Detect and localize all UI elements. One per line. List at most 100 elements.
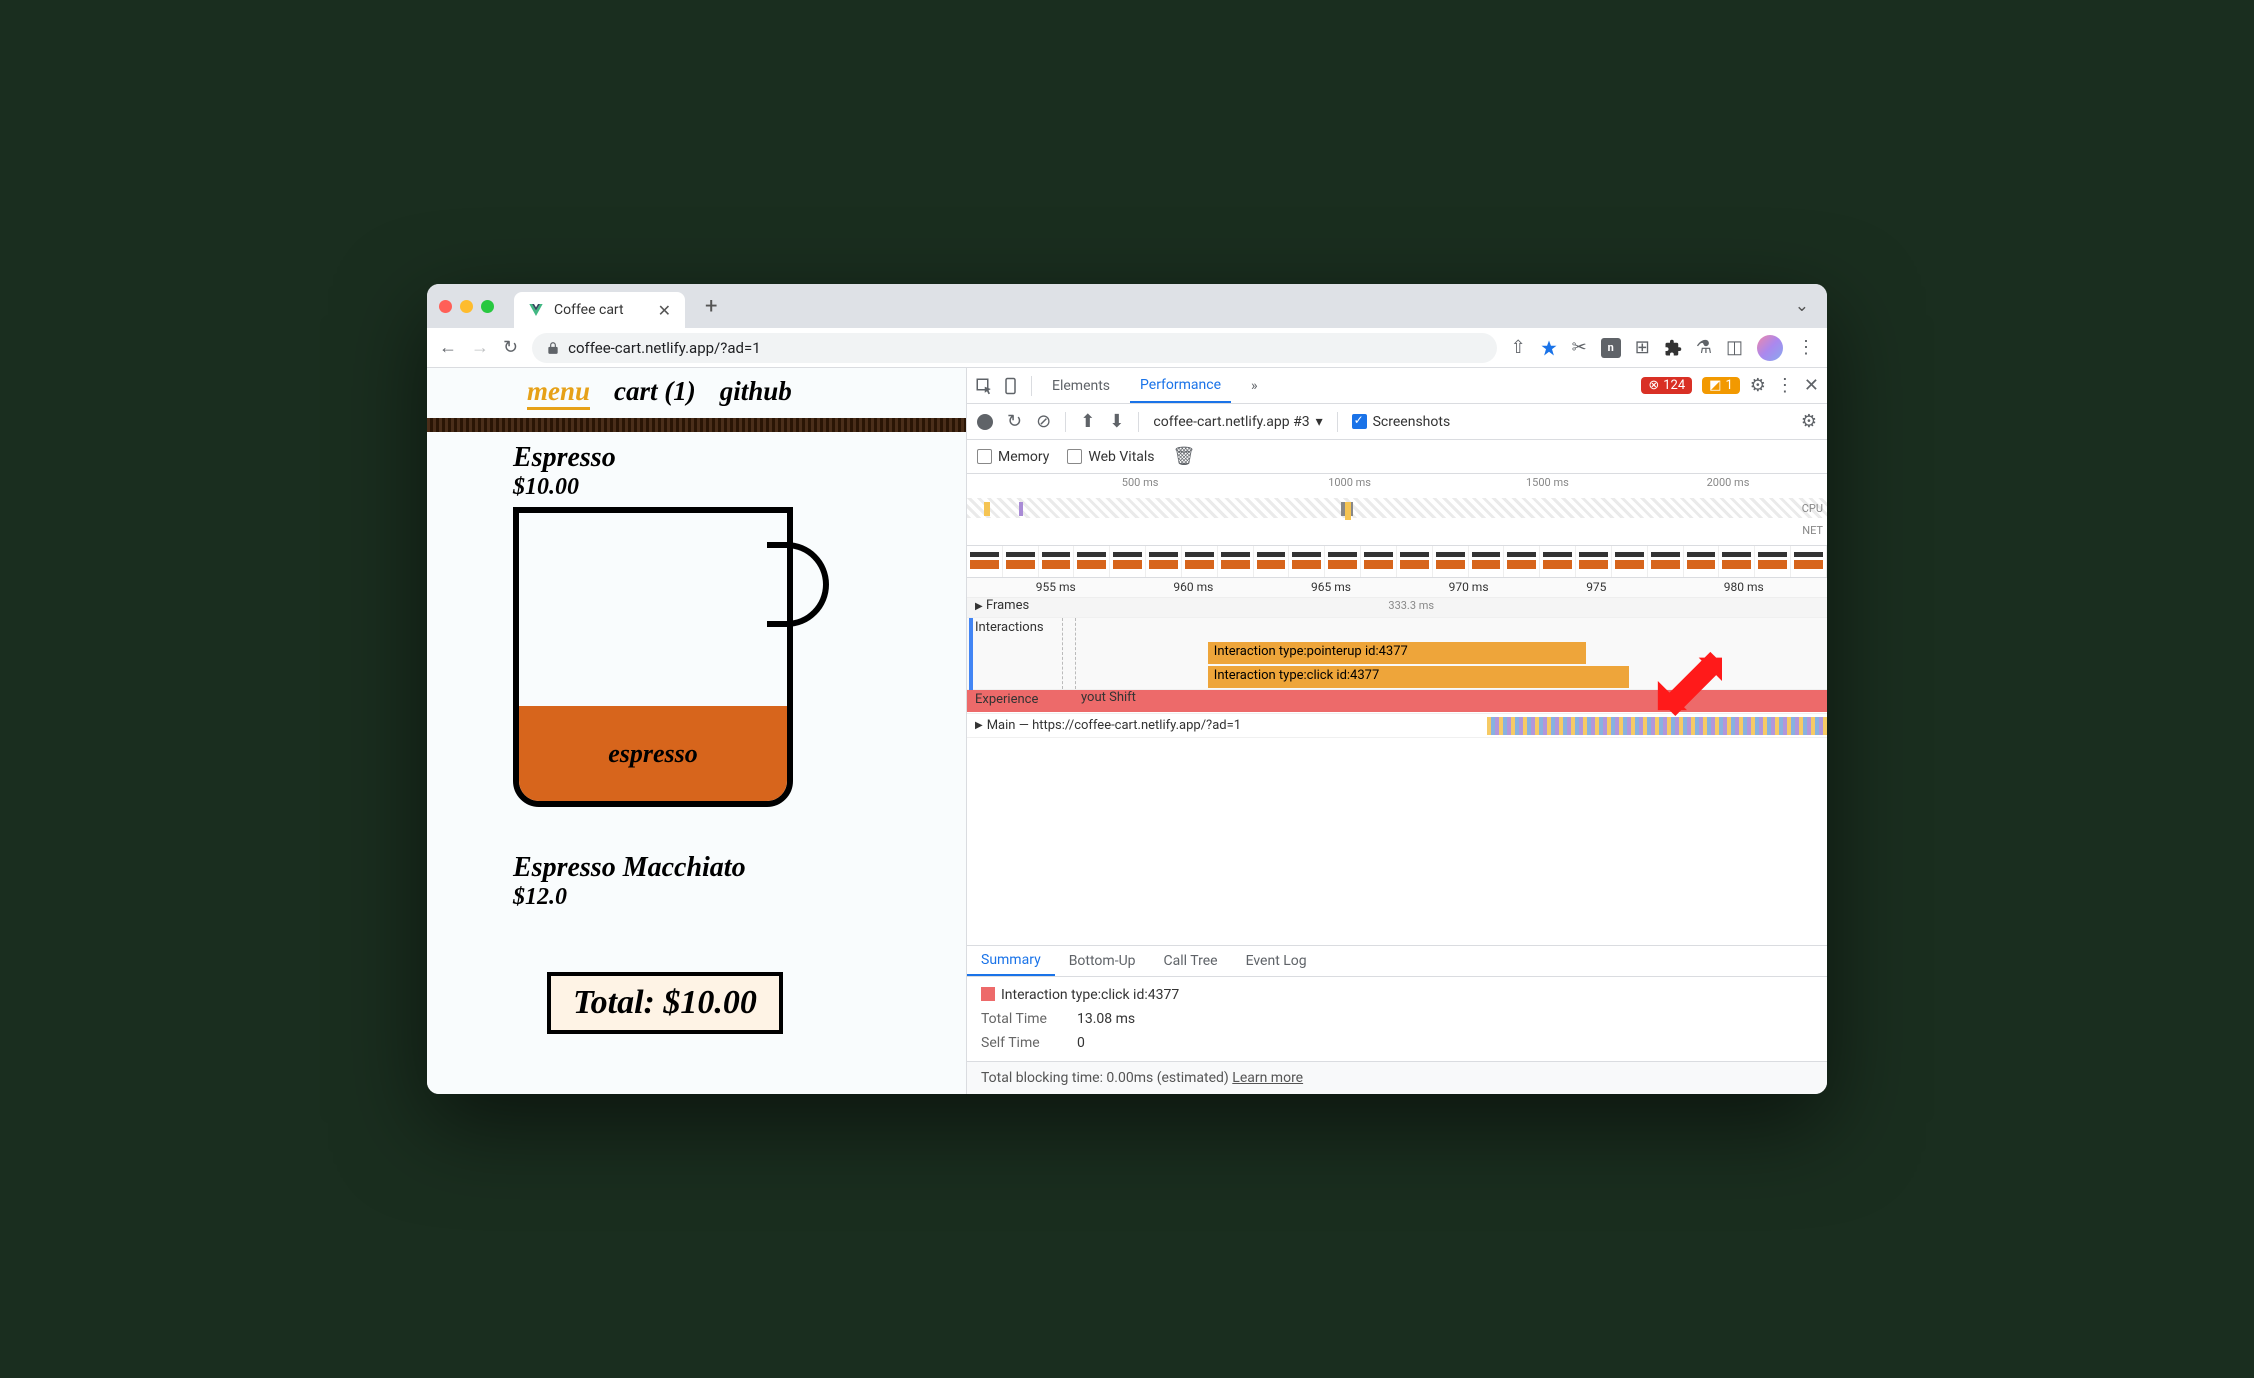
browser-window: Coffee cart ✕ + ⌄ ← → ↻ coffee-cart.netl… — [427, 284, 1827, 1094]
tab-more[interactable]: » — [1241, 370, 1268, 402]
browser-tab[interactable]: Coffee cart ✕ — [514, 292, 685, 328]
checkbox-icon — [1067, 449, 1082, 464]
address-bar: ← → ↻ coffee-cart.netlify.app/?ad=1 ⇧ ✂ … — [427, 328, 1827, 368]
product-name: Espresso — [513, 442, 966, 474]
device-toggle-icon[interactable] — [1003, 377, 1021, 395]
memory-checkbox[interactable]: Memory — [977, 449, 1049, 465]
flamechart-area[interactable]: 955 ms 960 ms 965 ms 970 ms 975 980 ms ▶… — [967, 578, 1827, 945]
profile-avatar[interactable] — [1757, 335, 1783, 361]
scissors-icon[interactable]: ✂ — [1572, 337, 1587, 358]
tab-title: Coffee cart — [554, 302, 624, 318]
warnings-badge[interactable]: ◩1 — [1702, 377, 1740, 394]
color-swatch — [981, 987, 995, 1001]
vue-icon — [528, 302, 544, 318]
record-button[interactable] — [977, 414, 993, 430]
cup-body: espresso — [513, 507, 793, 807]
cup-handle — [767, 542, 829, 627]
site-nav: menu cart (1) github — [427, 368, 966, 414]
labs-icon[interactable]: ⚗ — [1696, 337, 1712, 358]
minimize-icon[interactable] — [460, 300, 473, 313]
tab-elements[interactable]: Elements — [1042, 370, 1120, 402]
clear-button[interactable]: ⊘ — [1036, 411, 1051, 432]
checkbox-icon — [977, 449, 992, 464]
screenshots-filmstrip[interactable] — [967, 546, 1827, 578]
close-icon[interactable] — [439, 300, 452, 313]
overview-tick: 1000 ms — [1328, 476, 1371, 489]
cup-fill-label: espresso — [519, 706, 787, 801]
checkbox-icon — [1352, 414, 1367, 429]
details-tabbar: Summary Bottom-Up Call Tree Event Log — [967, 945, 1827, 977]
nav-cart[interactable]: cart (1) — [614, 376, 696, 407]
kebab-menu-icon[interactable]: ⋮ — [1776, 375, 1794, 396]
nav-menu[interactable]: menu — [527, 376, 590, 410]
screenshots-checkbox[interactable]: Screenshots — [1352, 414, 1451, 430]
tab-bottom-up[interactable]: Bottom-Up — [1055, 947, 1150, 975]
product-macchiato: Espresso Macchiato $12.0 — [427, 852, 966, 911]
cup-graphic[interactable]: espresso — [513, 507, 823, 822]
product-name: Espresso Macchiato — [513, 852, 966, 884]
maximize-icon[interactable] — [481, 300, 494, 313]
upload-icon[interactable]: ⬆ — [1080, 411, 1095, 432]
overview-tick: 500 ms — [1122, 476, 1159, 489]
new-tab-button[interactable]: + — [705, 294, 717, 319]
cpu-peak — [1019, 502, 1023, 516]
content-area: menu cart (1) github Espresso $10.00 esp… — [427, 368, 1827, 1094]
gear-icon[interactable]: ⚙ — [1801, 411, 1817, 432]
interaction-bar-click[interactable]: Interaction type:click id:4377 — [1208, 666, 1629, 688]
self-time-value: 0 — [1077, 1035, 1085, 1051]
tab-summary[interactable]: Summary — [967, 946, 1055, 976]
cpu-peak — [984, 502, 990, 516]
overview-tick: 1500 ms — [1526, 476, 1569, 489]
chevron-down-icon[interactable]: ⌄ — [1795, 296, 1809, 316]
extension-grid-icon[interactable]: ⊞ — [1635, 337, 1650, 358]
summary-panel: Interaction type:click id:4377 Total Tim… — [967, 977, 1827, 1061]
blocking-time-text: Total blocking time: 0.00ms (estimated) — [981, 1070, 1229, 1086]
summary-title: Interaction type:click id:4377 — [981, 987, 1813, 1003]
reload-button[interactable]: ↻ — [503, 337, 518, 358]
lock-icon — [546, 341, 560, 355]
kebab-menu-icon[interactable]: ⋮ — [1797, 337, 1815, 358]
close-icon[interactable]: ✕ — [1804, 375, 1819, 396]
perf-overview[interactable]: 500 ms 1000 ms 1500 ms 2000 ms CPU NET — [967, 474, 1827, 546]
url-input[interactable]: coffee-cart.netlify.app/?ad=1 — [532, 333, 1496, 363]
overview-tick: 2000 ms — [1707, 476, 1750, 489]
product-espresso: Espresso $10.00 espresso — [427, 442, 966, 822]
tab-event-log[interactable]: Event Log — [1232, 947, 1321, 975]
trash-icon[interactable]: 🗑 — [1173, 446, 1196, 467]
frames-track: ▶ Frames 333.3 ms — [967, 598, 1827, 618]
nav-github[interactable]: github — [720, 376, 792, 407]
tab-close-icon[interactable]: ✕ — [658, 301, 671, 320]
web-vitals-checkbox[interactable]: Web Vitals — [1067, 449, 1154, 465]
side-panel-icon[interactable]: ◫ — [1726, 337, 1743, 358]
bookmark-star-icon[interactable] — [1540, 339, 1558, 357]
self-time-label: Self Time — [981, 1035, 1059, 1051]
download-icon[interactable]: ⬇ — [1109, 411, 1124, 432]
arrow-annotation-icon — [1652, 646, 1722, 716]
timeline-ruler: 955 ms 960 ms 965 ms 970 ms 975 980 ms — [967, 578, 1827, 598]
product-price: $10.00 — [513, 474, 966, 501]
toolbar-icons: ⇧ ✂ n ⊞ ⚗ ◫ ⋮ — [1511, 335, 1815, 361]
perf-toolbar-2: Memory Web Vitals 🗑 — [967, 440, 1827, 474]
tab-performance[interactable]: Performance — [1130, 369, 1231, 403]
forward-button[interactable]: → — [471, 337, 489, 358]
cpu-label: CPU — [1802, 502, 1823, 515]
perf-footer: Total blocking time: 0.00ms (estimated) … — [967, 1061, 1827, 1094]
interaction-bar-pointerup[interactable]: Interaction type:pointerup id:4377 — [1208, 642, 1586, 664]
recording-select[interactable]: coffee-cart.netlify.app #3▾ — [1153, 414, 1322, 430]
back-button[interactable]: ← — [439, 337, 457, 358]
tab-call-tree[interactable]: Call Tree — [1150, 947, 1232, 975]
extension-n-icon[interactable]: n — [1601, 338, 1621, 358]
errors-badge[interactable]: ⊗124 — [1641, 377, 1692, 394]
window-titlebar: Coffee cart ✕ + ⌄ — [427, 284, 1827, 328]
product-price: $12.0 — [513, 884, 966, 911]
inspect-icon[interactable] — [975, 377, 993, 395]
gear-icon[interactable]: ⚙ — [1750, 375, 1766, 396]
main-track[interactable]: ▶ Main — https://coffee-cart.netlify.app… — [967, 714, 1827, 738]
total-time-value: 13.08 ms — [1077, 1011, 1135, 1027]
cpu-hatch — [967, 498, 1827, 518]
reload-record-button[interactable]: ↻ — [1007, 411, 1022, 432]
share-icon[interactable]: ⇧ — [1511, 337, 1526, 358]
learn-more-link[interactable]: Learn more — [1232, 1070, 1303, 1086]
cart-total[interactable]: Total: $10.00 — [547, 972, 783, 1034]
extensions-icon[interactable] — [1664, 339, 1682, 357]
